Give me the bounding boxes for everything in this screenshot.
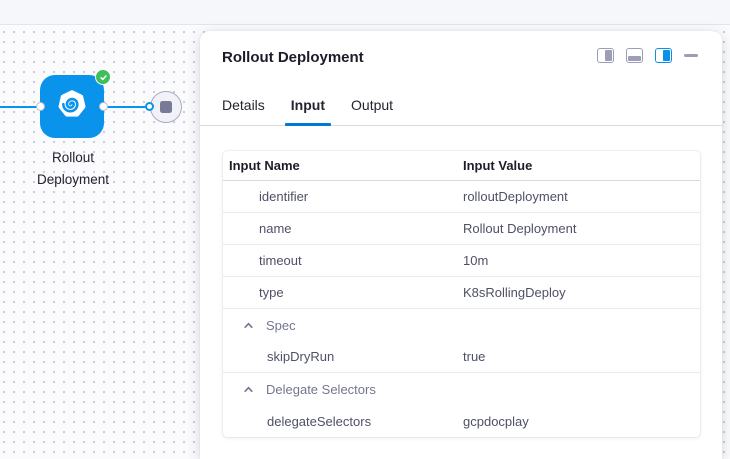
input-value-cell: Rollout Deployment bbox=[463, 221, 576, 236]
table-row-name: name Rollout Deployment bbox=[223, 213, 700, 245]
table-header-row: Input Name Input Value bbox=[223, 151, 700, 181]
node-right-port[interactable] bbox=[99, 102, 108, 111]
input-name-cell: delegateSelectors bbox=[223, 414, 371, 429]
input-name-cell: timeout bbox=[223, 253, 302, 268]
table-row-skipDryRun: skipDryRun true bbox=[223, 341, 700, 373]
tab-input[interactable]: Input bbox=[285, 97, 331, 125]
split-view-bottom-icon[interactable] bbox=[626, 48, 643, 63]
tab-details[interactable]: Details bbox=[216, 97, 271, 125]
input-name-cell: type bbox=[223, 285, 284, 300]
input-name-cell: identifier bbox=[223, 189, 308, 204]
chevron-up-icon[interactable] bbox=[243, 384, 254, 395]
group-label: Spec bbox=[266, 318, 296, 333]
minimize-icon[interactable] bbox=[684, 54, 698, 57]
group-row-delegate-selectors[interactable]: Delegate Selectors bbox=[223, 373, 700, 405]
stop-square-icon bbox=[160, 101, 172, 113]
table-row-identifier: identifier rolloutDeployment bbox=[223, 181, 700, 213]
panel-title: Rollout Deployment bbox=[222, 49, 582, 66]
table-row-delegateSelectors: delegateSelectors gcpdocplay bbox=[223, 405, 700, 437]
table-row-timeout: timeout 10m bbox=[223, 245, 700, 277]
group-row-spec[interactable]: Spec bbox=[223, 309, 700, 341]
column-header-input-value: Input Value bbox=[463, 158, 532, 173]
end-node-left-port[interactable] bbox=[145, 102, 154, 111]
input-name-cell: skipDryRun bbox=[223, 349, 334, 364]
chevron-up-icon[interactable] bbox=[243, 320, 254, 331]
group-label: Delegate Selectors bbox=[266, 382, 376, 397]
node-label: Rollout Deployment bbox=[8, 147, 138, 190]
node-label-line1: Rollout bbox=[8, 147, 138, 169]
split-view-right-icon[interactable] bbox=[597, 48, 614, 63]
rollout-deployment-node[interactable] bbox=[40, 75, 104, 138]
panel-right-active-icon[interactable] bbox=[655, 48, 672, 63]
panel-tabs: Details Input Output bbox=[200, 97, 722, 126]
node-left-port[interactable] bbox=[36, 102, 45, 111]
input-value-cell: K8sRollingDeploy bbox=[463, 285, 566, 300]
success-check-icon bbox=[95, 69, 111, 85]
input-value-cell: 10m bbox=[463, 253, 488, 268]
step-details-panel: Rollout Deployment Details Input Output … bbox=[200, 31, 722, 459]
k8s-rolling-deploy-icon bbox=[54, 86, 90, 127]
stage-end-node[interactable] bbox=[150, 91, 182, 123]
input-value-cell: rolloutDeployment bbox=[463, 189, 568, 204]
table-body: identifier rolloutDeployment name Rollout D… bbox=[223, 181, 700, 437]
node-label-line2: Deployment bbox=[8, 169, 138, 191]
input-value-cell: true bbox=[463, 349, 485, 364]
input-name-cell: name bbox=[223, 221, 292, 236]
table-row-type: type K8sRollingDeploy bbox=[223, 277, 700, 309]
column-header-input-name: Input Name bbox=[223, 158, 300, 173]
tab-output[interactable]: Output bbox=[345, 97, 399, 125]
panel-view-controls bbox=[597, 48, 698, 63]
input-value-cell: gcpdocplay bbox=[463, 414, 529, 429]
input-table-card: Input Name Input Value identifier rollout… bbox=[223, 151, 700, 437]
canvas-toolbar-strip bbox=[0, 0, 730, 25]
